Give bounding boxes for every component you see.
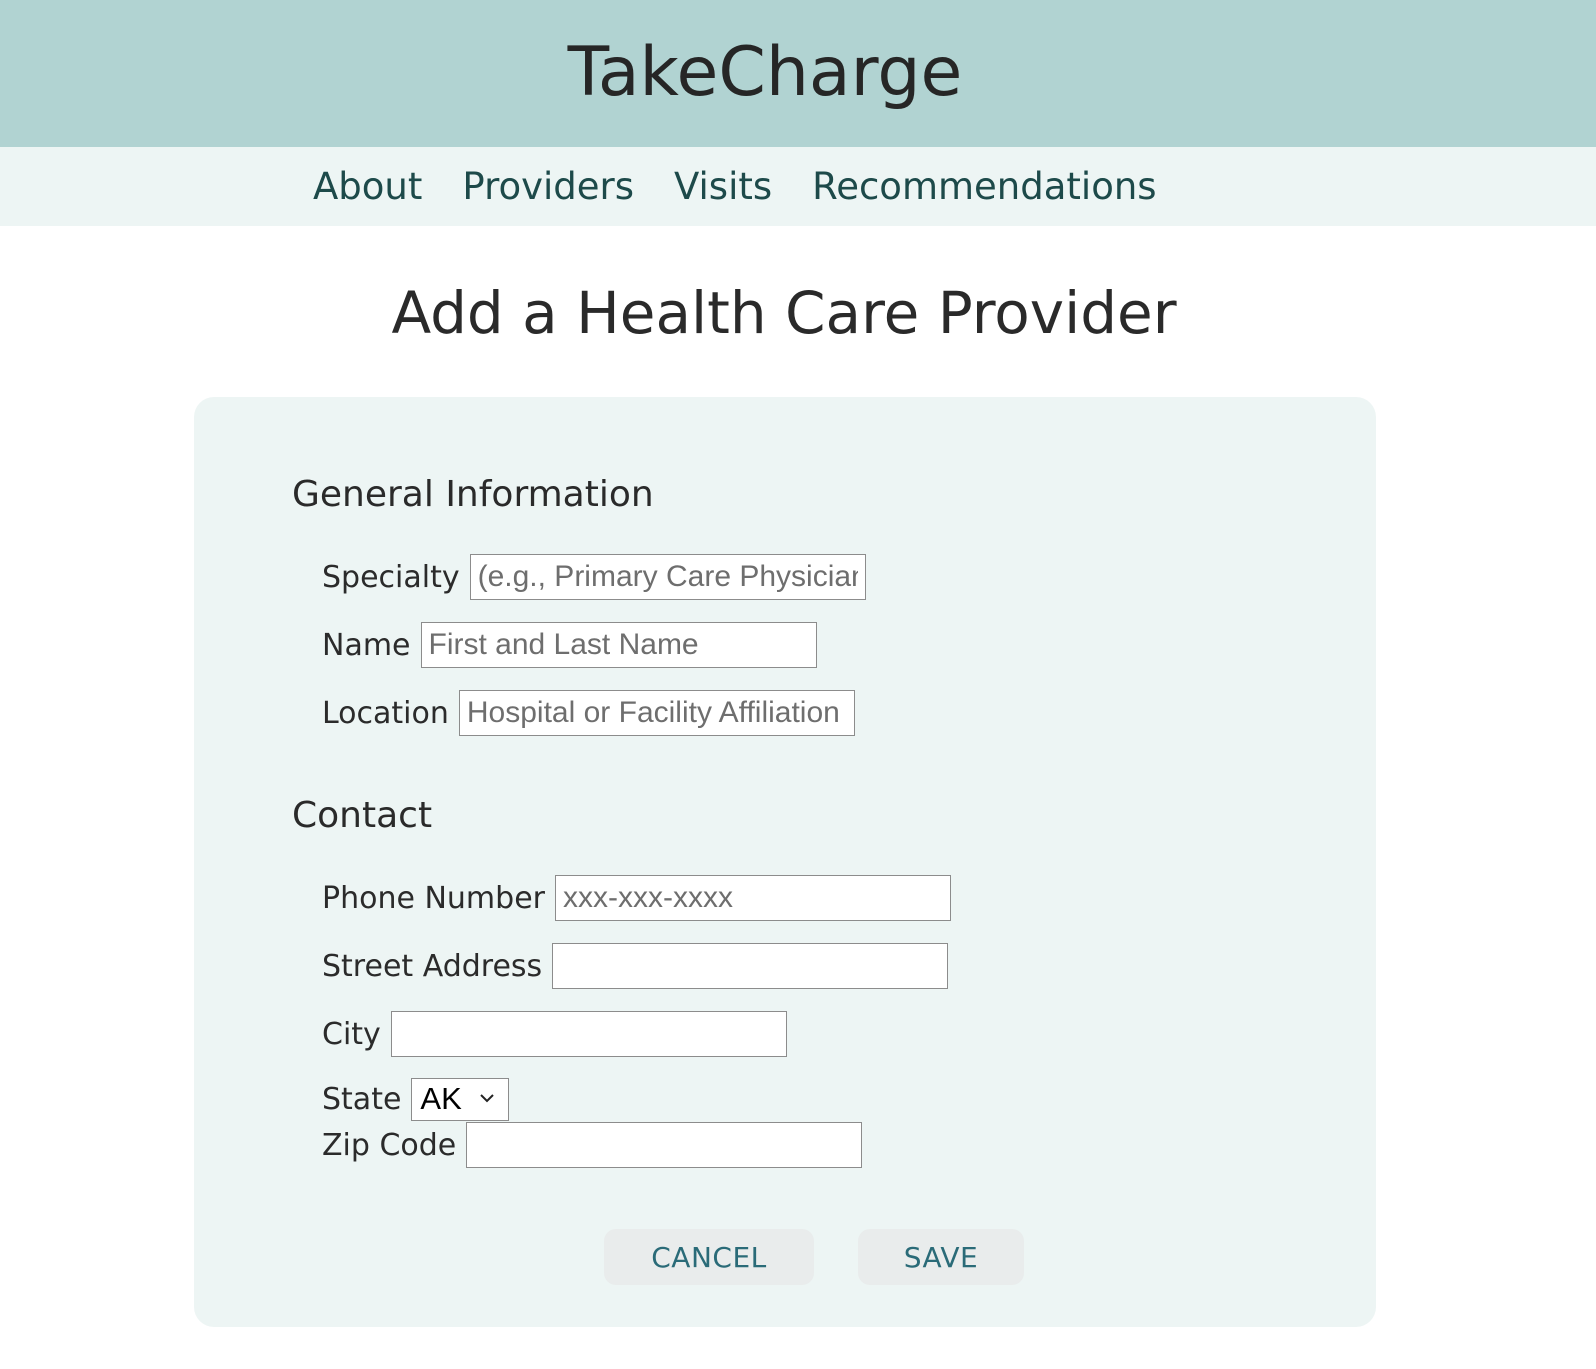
location-label: Location bbox=[322, 695, 449, 731]
street-address-row: Street Address bbox=[322, 942, 949, 990]
nav-item-about[interactable]: About bbox=[313, 165, 422, 209]
nav-item-recommendations[interactable]: Recommendations bbox=[812, 165, 1156, 209]
name-row: Name bbox=[322, 621, 817, 669]
name-label: Name bbox=[322, 627, 411, 663]
city-label: City bbox=[322, 1016, 381, 1052]
nav-item-providers[interactable]: Providers bbox=[462, 165, 634, 209]
add-provider-form: General Information Specialty Name Locat… bbox=[194, 397, 1376, 1327]
city-input[interactable] bbox=[390, 1011, 787, 1057]
cancel-button[interactable]: CANCEL bbox=[604, 1229, 814, 1285]
name-input[interactable] bbox=[420, 622, 817, 668]
main-nav: About Providers Visits Recommendations bbox=[0, 147, 1596, 226]
page-title: Add a Health Care Provider bbox=[391, 279, 1177, 347]
phone-label: Phone Number bbox=[322, 880, 545, 916]
street-address-label: Street Address bbox=[322, 948, 543, 984]
zip-code-label: Zip Code bbox=[322, 1127, 457, 1163]
general-information-heading: General Information bbox=[292, 474, 654, 515]
zip-code-row: Zip Code bbox=[322, 1121, 863, 1169]
specialty-row: Specialty bbox=[322, 553, 866, 601]
save-button[interactable]: SAVE bbox=[858, 1229, 1024, 1285]
specialty-input[interactable] bbox=[469, 554, 866, 600]
chevron-down-icon bbox=[480, 1093, 495, 1102]
location-input[interactable] bbox=[458, 690, 855, 736]
city-row: City bbox=[322, 1010, 787, 1058]
phone-input[interactable] bbox=[554, 875, 951, 921]
specialty-label: Specialty bbox=[322, 559, 460, 595]
contact-heading: Contact bbox=[292, 795, 433, 836]
state-label: State bbox=[322, 1081, 402, 1117]
app-header: TakeCharge bbox=[0, 0, 1596, 147]
state-selected-value: AK bbox=[420, 1081, 462, 1116]
street-address-input[interactable] bbox=[552, 943, 949, 989]
phone-row: Phone Number bbox=[322, 874, 951, 922]
state-row: State AK bbox=[322, 1075, 510, 1123]
location-row: Location bbox=[322, 689, 855, 737]
nav-links: About Providers Visits Recommendations bbox=[313, 165, 1157, 209]
nav-item-visits[interactable]: Visits bbox=[674, 165, 772, 209]
app-title: TakeCharge bbox=[567, 33, 963, 112]
zip-code-input[interactable] bbox=[466, 1122, 863, 1168]
state-select[interactable]: AK bbox=[411, 1077, 510, 1121]
